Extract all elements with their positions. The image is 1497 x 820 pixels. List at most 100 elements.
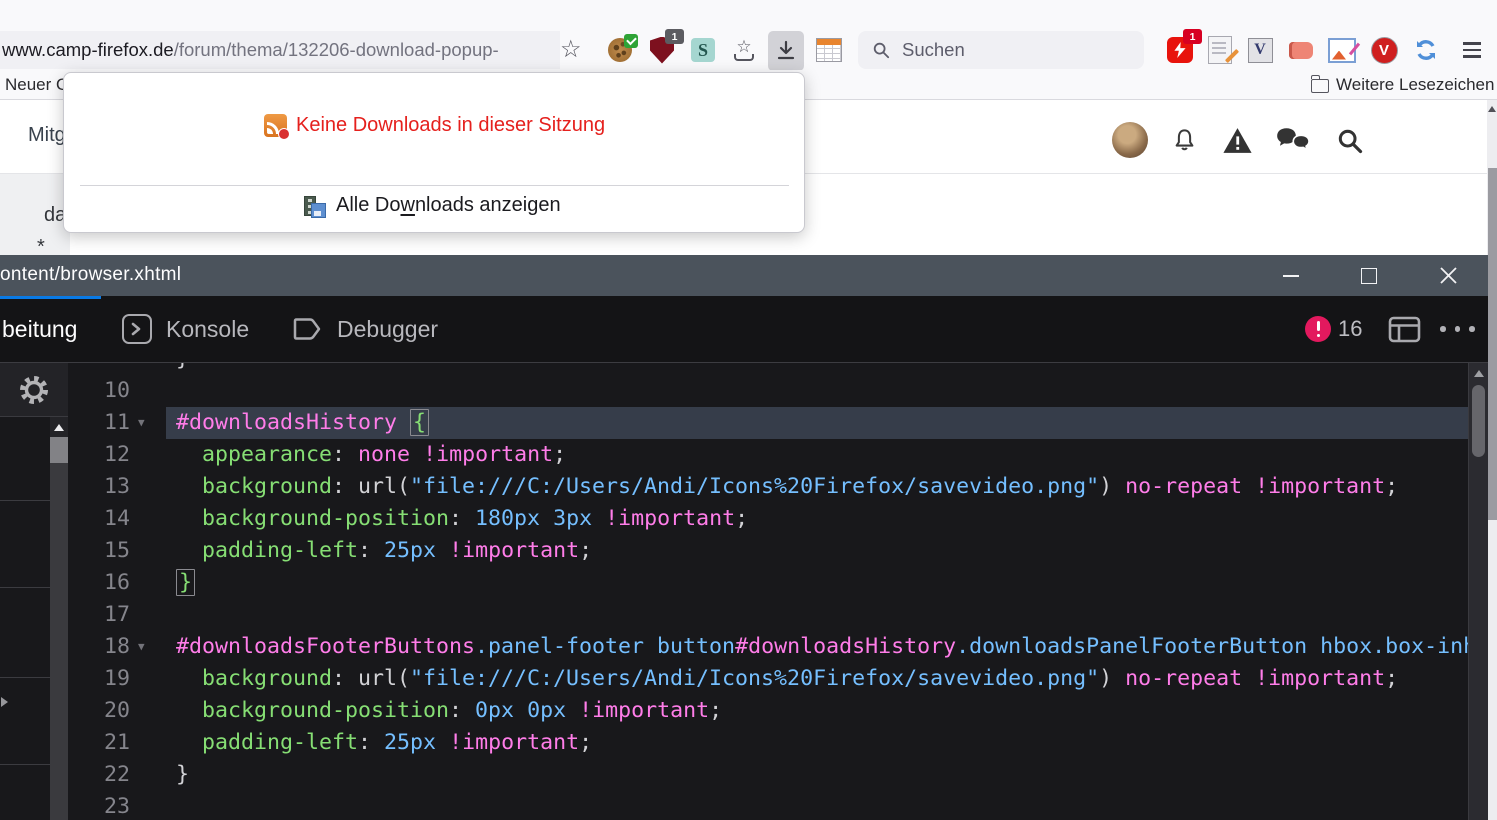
- fold-arrow-icon[interactable]: ▼: [138, 407, 145, 439]
- menu-button[interactable]: [1458, 36, 1486, 64]
- sync-extension-icon[interactable]: [1412, 36, 1440, 64]
- scroll-extension-icon[interactable]: [1287, 36, 1315, 64]
- code-line-21[interactable]: padding-left: 25px !important;: [166, 727, 1468, 759]
- cookie-extension-icon[interactable]: [606, 36, 634, 64]
- messages-button[interactable]: [1276, 127, 1311, 154]
- search-icon: [872, 41, 890, 59]
- forum-nav-item[interactable]: Mitg: [28, 124, 66, 147]
- v-letter-icon: V: [1248, 38, 1273, 63]
- v-circle-extension-icon[interactable]: V: [1370, 36, 1398, 64]
- editor-gutter: 1011▼12131415161718▼1920212223: [68, 363, 166, 820]
- chat-bubbles-icon: [1276, 127, 1311, 154]
- stylesheet-list-item[interactable]: [0, 417, 50, 501]
- downloads-toolbar-button[interactable]: [768, 31, 804, 71]
- stylus-extension-icon[interactable]: S: [689, 36, 717, 64]
- code-line-12[interactable]: appearance: none !important;: [166, 439, 1468, 471]
- stylesheet-list-item[interactable]: [0, 765, 50, 820]
- alerts-button[interactable]: [1222, 127, 1253, 154]
- addon-star-extension-icon[interactable]: ☆: [730, 36, 758, 64]
- ublock-extension-icon[interactable]: 1: [648, 36, 676, 64]
- download-arrow-icon: [773, 38, 799, 64]
- code-line-14[interactable]: background-position: 180px 3px !importan…: [166, 503, 1468, 535]
- star-tray-icon: ☆: [734, 39, 754, 61]
- helper-badge: 1: [1183, 29, 1202, 44]
- scroll-up-icon[interactable]: [1488, 106, 1496, 112]
- url-bar[interactable]: www.camp-firefox.de/forum/thema/132206-d…: [0, 31, 560, 69]
- code-line-19[interactable]: background: url("file:///C:/Users/Andi/I…: [166, 663, 1468, 695]
- gutter-line-11: 11▼: [68, 407, 166, 439]
- avatar[interactable]: [1112, 122, 1148, 158]
- warning-icon: [1222, 127, 1253, 154]
- minimize-button[interactable]: [1268, 255, 1314, 296]
- bookmark-item-neuer-ordner[interactable]: Neuer O: [5, 75, 69, 95]
- image-editor-extension-icon[interactable]: [1328, 36, 1356, 64]
- code-line-13[interactable]: background: url("file:///C:/Users/Andi/I…: [166, 471, 1468, 503]
- console-icon: [122, 314, 152, 344]
- gutter-line-12: 12: [68, 439, 166, 471]
- code-line-23[interactable]: [166, 791, 1468, 820]
- bookmark-star-icon[interactable]: ☆: [560, 36, 582, 64]
- downloads-popup: Keine Downloads in dieser Sitzung Alle D…: [63, 72, 805, 233]
- gutter-line-17: 17: [68, 599, 166, 631]
- window-title: ontent/browser.xhtml: [0, 264, 181, 286]
- tab-debugger[interactable]: Debugger: [292, 296, 438, 362]
- tab-console[interactable]: Konsole: [122, 296, 249, 362]
- rss-downloads-icon: [264, 114, 287, 137]
- code-line-partial[interactable]: }: [166, 363, 1468, 375]
- stylesheet-list-item[interactable]: [0, 588, 50, 678]
- options-button[interactable]: [0, 363, 68, 417]
- search-bar[interactable]: [858, 31, 1144, 69]
- devtools-window: ontent/browser.xhtml beitung Konsole D: [0, 255, 1488, 820]
- code-line-11[interactable]: #downloadsHistory {: [166, 407, 1468, 439]
- gutter-line-23: 23: [68, 791, 166, 820]
- gutter-line-15: 15: [68, 535, 166, 567]
- gutter-line-20: 20: [68, 695, 166, 727]
- pencil-icon: [1225, 49, 1239, 63]
- maximize-icon: [1361, 268, 1377, 284]
- forum-search-button[interactable]: [1336, 127, 1364, 155]
- stylesheet-list-item[interactable]: [0, 678, 50, 765]
- script-editor-extension-icon[interactable]: [1206, 36, 1234, 64]
- editor-scrollbar[interactable]: [1468, 363, 1488, 820]
- image-edit-icon: [1328, 38, 1356, 63]
- popup-divider: [80, 185, 789, 186]
- tab-label: beitung: [2, 316, 77, 343]
- error-badge-icon[interactable]: [1305, 316, 1331, 342]
- scrollbar-thumb[interactable]: [1472, 385, 1485, 457]
- scroll-up-icon[interactable]: [1474, 370, 1484, 377]
- code-line-17[interactable]: [166, 599, 1468, 631]
- check-badge-icon: [624, 34, 638, 48]
- code-line-16[interactable]: }: [166, 567, 1468, 599]
- download-boost-extension-icon[interactable]: 1: [1166, 36, 1194, 64]
- devtools-menu-button[interactable]: [1440, 326, 1475, 332]
- split-console-button[interactable]: [1388, 316, 1421, 343]
- stylesheet-list: [0, 417, 50, 820]
- bookmark-item-weitere-lesezeichen[interactable]: Weitere Lesezeichen: [1336, 75, 1494, 95]
- error-count: 16: [1338, 296, 1362, 362]
- table-extension-icon[interactable]: [815, 36, 843, 64]
- fold-arrow-icon[interactable]: ▼: [138, 631, 145, 663]
- gutter-line-21: 21: [68, 727, 166, 759]
- code-line-22[interactable]: }: [166, 759, 1468, 791]
- close-button[interactable]: [1425, 255, 1471, 296]
- code-line-10[interactable]: [166, 375, 1468, 407]
- scrollbar-thumb[interactable]: [50, 437, 68, 463]
- code-line-20[interactable]: background-position: 0px 0px !important;: [166, 695, 1468, 727]
- code-line-15[interactable]: padding-left: 25px !important;: [166, 535, 1468, 567]
- search-input[interactable]: [900, 38, 1124, 62]
- page-scrollbar-thumb[interactable]: [1488, 168, 1497, 520]
- gutter-line-18: 18▼: [68, 631, 166, 663]
- stylus-icon: S: [691, 38, 715, 62]
- no-downloads-badge-icon: [278, 128, 290, 140]
- show-all-downloads-button[interactable]: Alle Downloads anzeigen: [336, 194, 561, 217]
- editor-code[interactable]: } #downloadsHistory { appearance: none !i…: [166, 363, 1468, 820]
- stylesheet-list-scrollbar[interactable]: [50, 417, 68, 820]
- tab-style-editor[interactable]: beitung: [2, 296, 77, 362]
- code-line-18[interactable]: #downloadsFooterButtons.panel-footer but…: [166, 631, 1468, 663]
- v-extension-icon[interactable]: V: [1246, 36, 1274, 64]
- scroll-up-icon[interactable]: [50, 417, 68, 437]
- maximize-button[interactable]: [1346, 255, 1392, 296]
- notifications-button[interactable]: [1171, 127, 1198, 154]
- expand-arrow-icon[interactable]: [1, 697, 8, 707]
- stylesheet-list-item[interactable]: [0, 501, 50, 588]
